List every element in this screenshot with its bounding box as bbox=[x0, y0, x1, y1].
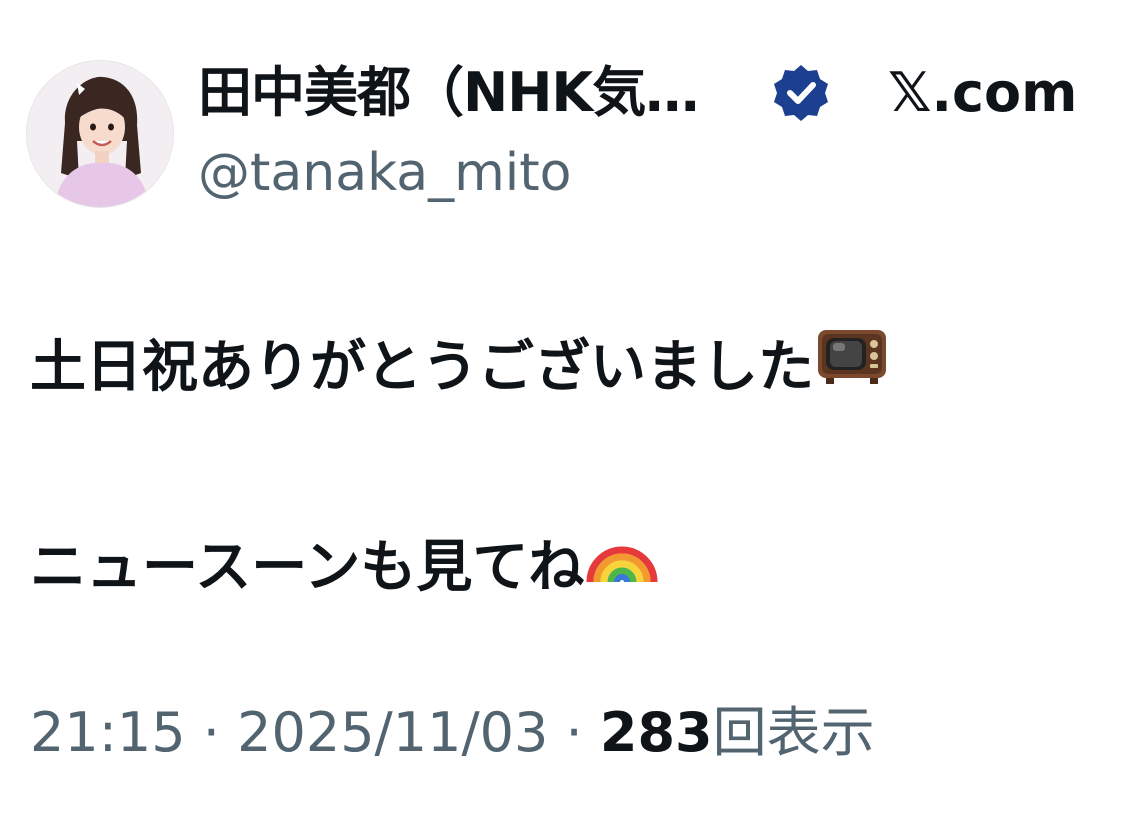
rainbow-emoji-icon bbox=[586, 518, 658, 618]
tweet-line-1: 土日祝ありがとうございました bbox=[30, 318, 1100, 418]
verified-badge-icon bbox=[770, 62, 832, 124]
meta-separator: · bbox=[548, 701, 600, 764]
tweet-text: 土日祝ありがとうございました ニュースーンも見てね bbox=[30, 318, 1100, 618]
avatar[interactable] bbox=[26, 60, 174, 208]
tweet-time[interactable]: 21:15 bbox=[30, 701, 186, 764]
tweet-meta: 21:15 · 2025/11/03 · 283回表示 bbox=[30, 698, 875, 768]
tweet-line-1-text: 土日祝ありがとうございました bbox=[30, 335, 814, 400]
site-label: 𝕏.com bbox=[888, 61, 1078, 124]
display-name[interactable]: 田中美都（NHK気… bbox=[198, 60, 699, 126]
views-count[interactable]: 283 bbox=[600, 701, 713, 764]
meta-separator: · bbox=[185, 701, 238, 764]
television-emoji-icon bbox=[816, 318, 888, 418]
profile-photo-icon bbox=[27, 61, 173, 207]
views-label: 回表示 bbox=[712, 701, 875, 764]
tweet-date[interactable]: 2025/11/03 bbox=[237, 701, 548, 764]
tweet-line-2-text: ニュースーンも見てね bbox=[30, 535, 585, 600]
user-handle[interactable]: @tanaka_mito bbox=[198, 140, 571, 206]
tweet-line-2: ニュースーンも見てね bbox=[30, 518, 1100, 618]
